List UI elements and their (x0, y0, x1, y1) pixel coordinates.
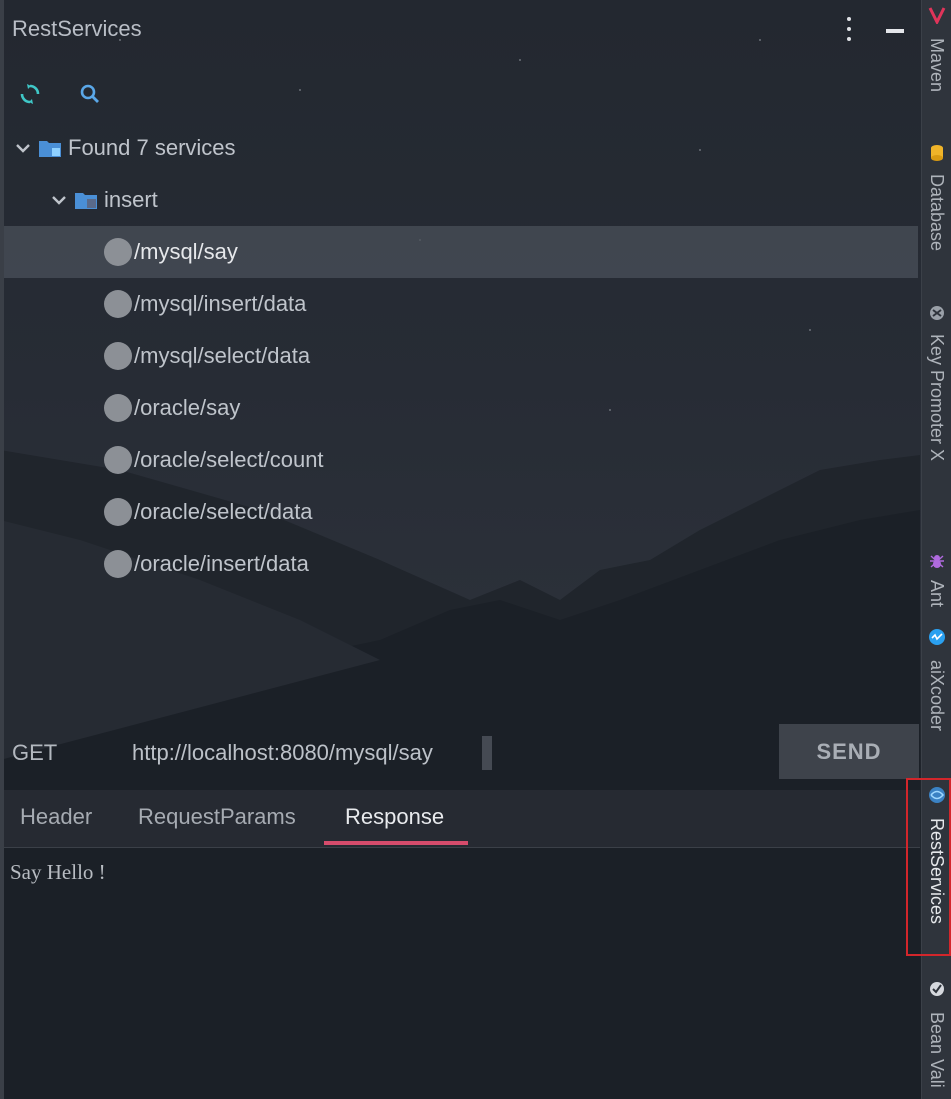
service-status-icon (104, 290, 132, 318)
restservices-panel: RestServices Found 7 services insert /my… (4, 0, 920, 1099)
sidebar-item-label: Key Promoter X (927, 334, 947, 462)
sidebar-item-key-promoter-x[interactable]: Key Promoter X (922, 300, 951, 500)
maven-icon (928, 7, 946, 24)
service-item[interactable]: /oracle/say (4, 382, 918, 434)
service-item[interactable]: /oracle/select/count (4, 434, 918, 486)
http-method[interactable]: GET (12, 740, 57, 766)
tab-request-params[interactable]: RequestParams (138, 804, 296, 830)
service-path: /oracle/insert/data (134, 551, 309, 576)
chevron-down-icon[interactable] (14, 139, 32, 157)
search-icon[interactable] (72, 76, 108, 112)
ant-icon (930, 555, 944, 568)
text-cursor (482, 736, 492, 770)
key-promoter-icon (930, 306, 944, 320)
response-body[interactable]: Say Hello ! (10, 860, 106, 885)
service-path: /oracle/select/data (134, 499, 313, 524)
database-icon (931, 145, 943, 161)
sidebar-item-bean-validation[interactable]: Bean Vali (922, 978, 951, 1099)
service-status-icon (104, 238, 132, 266)
sidebar-item-maven[interactable]: Maven (922, 4, 951, 114)
service-path: /mysql/select/data (134, 343, 311, 368)
tree-group-label: insert (104, 187, 158, 212)
service-path: /mysql/say (134, 239, 238, 264)
service-path: /oracle/select/count (134, 447, 324, 472)
service-status-icon (104, 550, 132, 578)
request-bar: GET SEND (4, 724, 920, 782)
service-item[interactable]: /mysql/say (4, 226, 918, 278)
service-item[interactable]: /oracle/select/data (4, 486, 918, 538)
service-item[interactable]: /mysql/insert/data (4, 278, 918, 330)
sidebar-item-label: Ant (927, 580, 947, 608)
sidebar-item-label: Maven (927, 38, 947, 93)
panel-title: RestServices (12, 16, 142, 41)
sidebar-item-database[interactable]: Database (922, 140, 951, 270)
service-status-icon (104, 446, 132, 474)
send-button[interactable]: SEND (779, 724, 919, 779)
tree-group-insert[interactable]: insert (4, 174, 918, 226)
minimize-icon[interactable] (884, 20, 906, 42)
service-status-icon (104, 394, 132, 422)
service-item[interactable]: /mysql/select/data (4, 330, 918, 382)
tab-header[interactable]: Header (20, 804, 92, 830)
service-status-icon (104, 342, 132, 370)
sidebar-item-label: aiXcoder (927, 660, 947, 732)
aixcoder-icon (929, 629, 945, 645)
chevron-down-icon[interactable] (50, 191, 68, 209)
sidebar-item-label: Database (927, 174, 947, 252)
sidebar-item-label: Bean Vali (927, 1012, 947, 1088)
tree-root-label: Found 7 services (68, 135, 236, 160)
more-options-icon[interactable] (842, 14, 856, 44)
bean-validation-icon (930, 982, 944, 996)
tree-root[interactable]: Found 7 services (4, 122, 918, 174)
tab-response[interactable]: Response (345, 804, 444, 830)
service-item[interactable]: /oracle/insert/data (4, 538, 918, 590)
service-status-icon (104, 498, 132, 526)
url-input[interactable] (132, 734, 492, 772)
panel-toolbar (4, 70, 920, 122)
panel-titlebar: RestServices (4, 0, 920, 60)
active-tab-indicator (324, 841, 468, 845)
sidebar-item-ant[interactable]: Ant (922, 550, 951, 620)
service-path: /oracle/say (134, 395, 241, 420)
request-tabs: Header RequestParams Response (4, 790, 920, 848)
folder-icon (75, 193, 97, 209)
service-path: /mysql/insert/data (134, 291, 307, 316)
refresh-icon[interactable] (12, 76, 48, 112)
folder-icon (39, 141, 61, 157)
restservices-highlight (906, 778, 951, 956)
sidebar-item-aixcoder[interactable]: aiXcoder (922, 626, 951, 756)
